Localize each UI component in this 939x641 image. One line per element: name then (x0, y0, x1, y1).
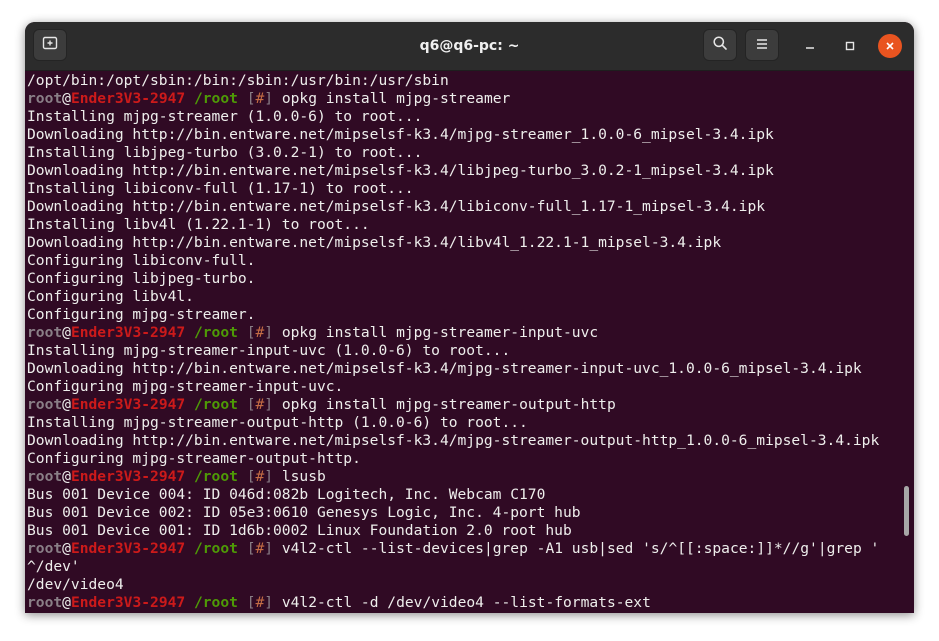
close-icon (884, 37, 896, 56)
prompt-line: root@Ender3V3-2947 /root [#] opkg instal… (27, 324, 879, 342)
output-line: Downloading http://bin.entware.net/mipse… (27, 198, 766, 215)
output-line: Downloading http://bin.entware.net/mipse… (27, 360, 862, 377)
output-line: Installing mjpg-streamer-input-uvc (1.0.… (27, 342, 511, 359)
prompt-bracket-close: ] (264, 90, 282, 107)
command-text: v4l2-ctl -d /dev/video4 --list-formats-e… (281, 594, 651, 611)
prompt-hash: # (255, 594, 265, 611)
prompt-path: /root (185, 468, 238, 485)
output-line: Downloading http://bin.entware.net/mipse… (27, 162, 774, 179)
command-text: v4l2-ctl --list-devices|grep -A1 usb|sed… (281, 540, 880, 557)
prompt-line: root@Ender3V3-2947 /root [#] opkg instal… (27, 90, 879, 108)
prompt-bracket-close: ] (264, 468, 282, 485)
prompt-path: /root (185, 594, 238, 611)
output-line: Downloading http://bin.entware.net/mipse… (27, 234, 722, 251)
prompt-bracket-close: ] (264, 396, 282, 413)
prompt-at: @ (62, 540, 71, 557)
minimize-icon (804, 37, 816, 56)
prompt-hash: # (255, 324, 265, 341)
prompt-host: Ender3V3-2947 (70, 468, 186, 485)
output-line: Bus 001 Device 004: ID 046d:082b Logitec… (27, 486, 546, 503)
prompt-host: Ender3V3-2947 (70, 324, 186, 341)
output-line: Installing libjpeg-turbo (3.0.2-1) to ro… (27, 144, 423, 161)
output-line: Configuring mjpg-streamer. (27, 306, 256, 323)
maximize-icon (844, 37, 856, 56)
prompt-user: root (27, 90, 63, 107)
output-line: Downloading http://bin.entware.net/mipse… (27, 432, 880, 449)
prompt-line: root@Ender3V3-2947 /root [#] v4l2-ctl --… (27, 540, 879, 558)
prompt-user: root (27, 540, 63, 557)
output-line: Configuring mjpg-streamer-output-http. (27, 450, 361, 467)
prompt-hash: # (255, 468, 265, 485)
prompt-line: root@Ender3V3-2947 /root [#] lsusb (27, 468, 879, 486)
maximize-button[interactable] (838, 34, 862, 58)
minimize-button[interactable] (798, 34, 822, 58)
prompt-bracket-close: ] (264, 324, 282, 341)
command-text: opkg install mjpg-streamer-output-http (281, 396, 616, 413)
output-line: Configuring libv4l. (27, 288, 194, 305)
prompt-host: Ender3V3-2947 (70, 90, 186, 107)
prompt-bracket-open: [ (237, 324, 256, 341)
prompt-line: root@Ender3V3-2947 /root [#] opkg instal… (27, 396, 879, 414)
scrollbar-thumb[interactable] (904, 486, 909, 536)
output-line: Installing mjpg-streamer (1.0.0-6) to ro… (27, 108, 423, 125)
prompt-at: @ (62, 396, 71, 413)
prompt-user: root (27, 468, 63, 485)
output-line: Bus 001 Device 002: ID 05e3:0610 Genesys… (27, 504, 581, 521)
prompt-user: root (27, 396, 63, 413)
prompt-at: @ (62, 594, 71, 611)
output-line: ^/dev' (27, 558, 80, 575)
prompt-line: root@Ender3V3-2947 /root [#] v4l2-ctl -d… (27, 594, 879, 612)
prompt-bracket-close: ] (264, 594, 282, 611)
prompt-at: @ (62, 90, 71, 107)
prompt-hash: # (255, 396, 265, 413)
prompt-user: root (27, 594, 63, 611)
output-line: Configuring mjpg-streamer-input-uvc. (27, 378, 344, 395)
prompt-path: /root (185, 324, 238, 341)
hamburger-menu-icon (755, 36, 769, 55)
prompt-at: @ (62, 324, 71, 341)
output-line: Configuring libjpeg-turbo. (27, 270, 256, 287)
menu-button[interactable] (745, 29, 779, 61)
output-line: /opt/bin:/opt/sbin:/bin:/sbin:/usr/bin:/… (27, 72, 449, 89)
close-button[interactable] (878, 34, 902, 58)
output-line: Installing libiconv-full (1.17-1) to roo… (27, 180, 414, 197)
prompt-hash: # (255, 540, 265, 557)
command-text: opkg install mjpg-streamer (281, 90, 511, 107)
prompt-bracket-open: [ (237, 594, 256, 611)
search-button[interactable] (703, 29, 737, 61)
output-line: /dev/video4 (27, 576, 124, 593)
prompt-bracket-open: [ (237, 90, 256, 107)
prompt-hash: # (255, 90, 265, 107)
command-text: lsusb (281, 468, 326, 485)
terminal-lines: /opt/bin:/opt/sbin:/bin:/sbin:/usr/bin:/… (27, 72, 879, 612)
window-title: q6@q6-pc: ~ (419, 38, 520, 54)
prompt-at: @ (62, 468, 71, 485)
prompt-bracket-open: [ (237, 396, 256, 413)
prompt-host: Ender3V3-2947 (70, 540, 186, 557)
prompt-host: Ender3V3-2947 (70, 594, 186, 611)
output-line: Bus 001 Device 001: ID 1d6b:0002 Linux F… (27, 522, 572, 539)
prompt-bracket-open: [ (237, 540, 256, 557)
output-line: Installing mjpg-streamer-output-http (1.… (27, 414, 528, 431)
title-bar: q6@q6-pc: ~ (25, 22, 914, 71)
output-line: Configuring libiconv-full. (27, 252, 256, 269)
output-line: Downloading http://bin.entware.net/mipse… (27, 126, 774, 143)
prompt-path: /root (185, 540, 238, 557)
prompt-bracket-open: [ (237, 468, 256, 485)
command-text: opkg install mjpg-streamer-input-uvc (281, 324, 599, 341)
prompt-user: root (27, 324, 63, 341)
prompt-path: /root (185, 396, 238, 413)
terminal-window: q6@q6-pc: ~ /opt/bin:/opt/sbin:/bin:/sbi… (25, 22, 914, 613)
output-line: Installing libv4l (1.22.1-1) to root... (27, 216, 370, 233)
prompt-path: /root (185, 90, 238, 107)
terminal-output[interactable]: /opt/bin:/opt/sbin:/bin:/sbin:/usr/bin:/… (25, 71, 914, 613)
prompt-host: Ender3V3-2947 (70, 396, 186, 413)
prompt-bracket-close: ] (264, 540, 282, 557)
search-icon (712, 35, 728, 55)
